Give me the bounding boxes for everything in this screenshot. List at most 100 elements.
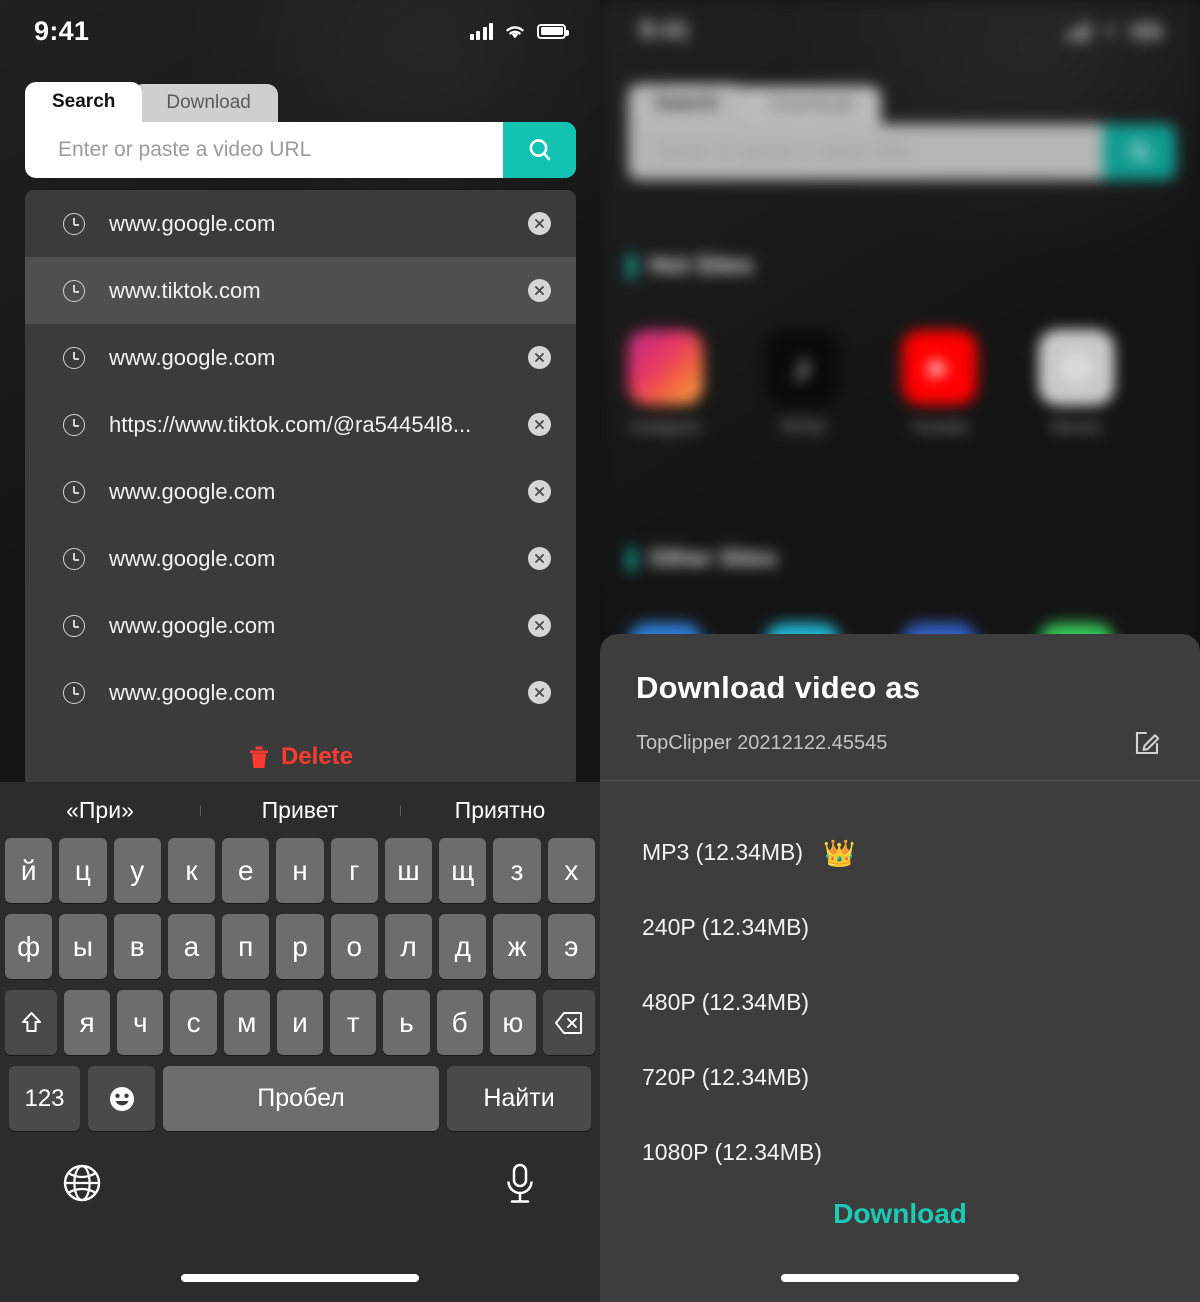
home-indicator xyxy=(181,1274,419,1282)
key-к[interactable]: к xyxy=(167,838,216,903)
key-ы[interactable]: ы xyxy=(59,914,107,979)
close-circle-icon[interactable] xyxy=(528,413,551,436)
table-row[interactable]: www.google.com xyxy=(25,659,576,726)
youtube-icon xyxy=(902,330,977,405)
tab-download[interactable]: Download xyxy=(735,86,881,124)
key-ф[interactable]: ф xyxy=(5,914,53,979)
crown-icon: 👑 xyxy=(823,837,856,868)
key-щ[interactable]: щ xyxy=(439,838,487,903)
search-input[interactable] xyxy=(25,138,503,162)
close-circle-icon[interactable] xyxy=(528,346,551,369)
table-row[interactable]: https://www.tiktok.com/@ra54454l8... xyxy=(25,391,576,458)
key-г[interactable]: г xyxy=(330,838,378,903)
search-submit-button[interactable] xyxy=(503,122,576,178)
list-item[interactable]: TikTok xyxy=(765,330,840,437)
key-т[interactable]: т xyxy=(330,990,377,1055)
close-circle-icon[interactable] xyxy=(528,614,551,637)
edit-pencil-icon[interactable] xyxy=(1130,726,1164,760)
key-я[interactable]: я xyxy=(64,990,111,1055)
list-item[interactable]: MP3 (12.34MB) 👑 xyxy=(642,815,1158,890)
list-item[interactable]: Instagram xyxy=(628,330,703,437)
key-б[interactable]: б xyxy=(436,990,483,1055)
key-м[interactable]: м xyxy=(223,990,270,1055)
hot-sites-section: Hot Sites Instagram TikTok Youtube xyxy=(628,252,1114,437)
delete-label: Delete xyxy=(280,743,354,770)
microphone-icon[interactable] xyxy=(500,1160,540,1206)
list-item[interactable]: 1080P (12.34MB) xyxy=(642,1115,1158,1190)
key-е[interactable]: е xyxy=(222,838,270,903)
list-item[interactable]: 480P (12.34MB) xyxy=(642,965,1158,1040)
emoji-icon[interactable] xyxy=(88,1066,155,1131)
enter-key[interactable]: Найти xyxy=(447,1066,591,1131)
key-у[interactable]: у xyxy=(113,838,161,903)
search-submit-button[interactable] xyxy=(1103,124,1176,180)
history-clock-icon xyxy=(63,413,85,436)
close-circle-icon[interactable] xyxy=(528,547,551,570)
key-о[interactable]: о xyxy=(330,914,378,979)
search-history-list: www.google.com www.tiktok.com www.google… xyxy=(25,190,576,788)
option-label: 720P (12.34MB) xyxy=(642,1064,810,1090)
history-clock-icon xyxy=(63,681,85,704)
site-label: Youtube xyxy=(910,419,969,436)
key-д[interactable]: д xyxy=(439,914,487,979)
status-icons xyxy=(1065,22,1163,40)
tab-download[interactable]: Download xyxy=(132,84,278,122)
key-ю[interactable]: ю xyxy=(489,990,536,1055)
key-р[interactable]: р xyxy=(276,914,324,979)
key-э[interactable]: э xyxy=(547,914,595,979)
table-row[interactable]: www.google.com xyxy=(25,458,576,525)
suggestion-1[interactable]: Привет xyxy=(200,797,400,824)
keyboard-row-1: й ц у к е н г ш щ з х xyxy=(0,838,600,903)
table-row[interactable]: www.tiktok.com xyxy=(25,257,576,324)
download-button[interactable]: Download xyxy=(642,1190,1158,1230)
globe-icon[interactable] xyxy=(60,1161,104,1205)
section-header: Other Sites xyxy=(628,545,1114,573)
key-п[interactable]: п xyxy=(222,914,270,979)
search-icon xyxy=(1129,141,1150,162)
suggestion-0[interactable]: «При» xyxy=(0,797,200,824)
key-з[interactable]: з xyxy=(493,838,541,903)
key-ь[interactable]: ь xyxy=(383,990,430,1055)
table-row[interactable]: www.google.com xyxy=(25,525,576,592)
key-ц[interactable]: ц xyxy=(59,838,107,903)
table-row[interactable]: www.google.com xyxy=(25,592,576,659)
filename-value: TopClipper 20212122.45545 xyxy=(636,731,888,754)
option-label: 240P (12.34MB) xyxy=(642,914,810,940)
table-row[interactable]: www.google.com xyxy=(25,324,576,391)
close-circle-icon[interactable] xyxy=(528,681,551,704)
delete-history-button[interactable]: Delete xyxy=(25,726,576,788)
search-tabs: Download Search xyxy=(25,82,576,122)
close-circle-icon[interactable] xyxy=(528,212,551,235)
key-в[interactable]: в xyxy=(113,914,161,979)
key-ш[interactable]: ш xyxy=(384,838,433,903)
tab-search[interactable]: Search xyxy=(25,82,143,122)
close-circle-icon[interactable] xyxy=(528,279,551,302)
key-а[interactable]: а xyxy=(167,914,216,979)
space-key[interactable]: Пробел xyxy=(163,1066,439,1131)
tab-search[interactable]: Search xyxy=(628,84,746,124)
search-bar xyxy=(628,124,1176,180)
key-и[interactable]: и xyxy=(276,990,324,1055)
key-й[interactable]: й xyxy=(5,838,53,903)
search-input[interactable] xyxy=(628,140,1103,164)
table-row[interactable]: www.google.com xyxy=(25,190,576,257)
history-clock-icon xyxy=(63,346,85,369)
key-л[interactable]: л xyxy=(384,914,433,979)
numbers-key[interactable]: 123 xyxy=(9,1066,80,1131)
wifi-icon xyxy=(506,25,524,38)
backspace-icon[interactable] xyxy=(542,990,595,1055)
close-circle-icon[interactable] xyxy=(528,480,551,503)
list-item[interactable]: Youtube xyxy=(902,330,977,437)
suggestion-2[interactable]: Приятно xyxy=(400,797,600,824)
list-item[interactable]: Movies xyxy=(1039,330,1114,437)
key-с[interactable]: с xyxy=(170,990,217,1055)
list-item[interactable]: 240P (12.34MB) xyxy=(642,890,1158,965)
keyboard-suggestion-bar: «При» Привет Приятно xyxy=(0,782,600,838)
status-bar: 9:41 xyxy=(600,0,1200,62)
key-ж[interactable]: ж xyxy=(493,914,541,979)
key-х[interactable]: х xyxy=(547,838,595,903)
key-н[interactable]: н xyxy=(276,838,324,903)
shift-icon[interactable] xyxy=(5,990,58,1055)
list-item[interactable]: 720P (12.34MB) xyxy=(642,1040,1158,1115)
key-ч[interactable]: ч xyxy=(117,990,164,1055)
